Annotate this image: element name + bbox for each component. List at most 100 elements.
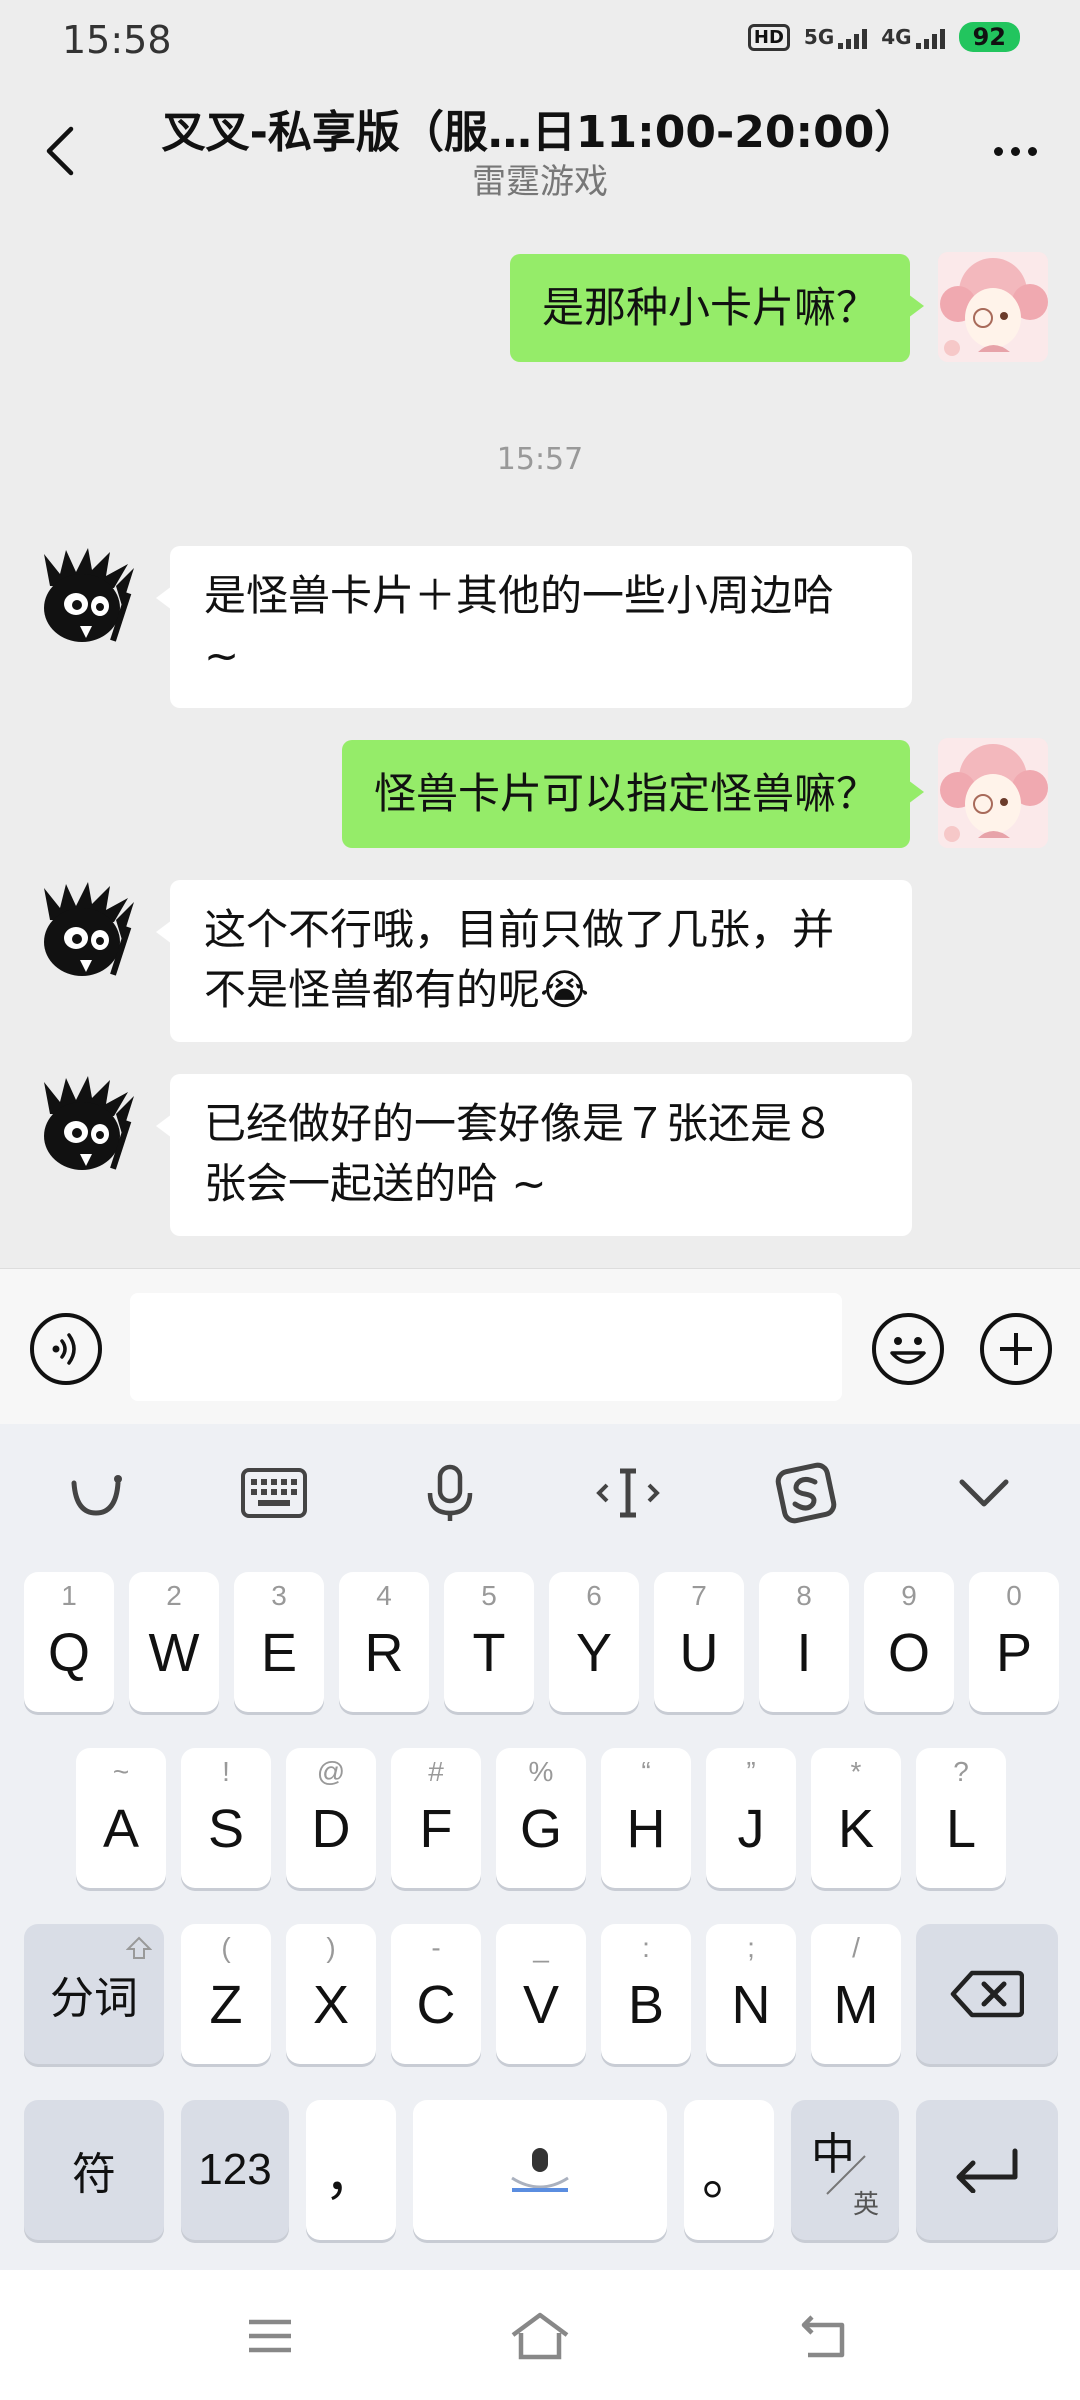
text-cursor-icon <box>596 1468 660 1518</box>
menu-nav-button[interactable] <box>230 2306 310 2366</box>
key-e[interactable]: 3E <box>234 1572 324 1712</box>
segment-key[interactable]: 分词 <box>24 1924 164 2064</box>
time-divider: 15:57 <box>496 442 584 477</box>
incoming-message[interactable]: 已经做好的一套好像是７张还是８ 张会一起送的哈 ~ <box>156 1074 912 1236</box>
anime-girl-avatar-icon <box>938 252 1048 362</box>
space-key[interactable] <box>413 2100 667 2240</box>
microphone-icon <box>427 1464 473 1521</box>
key-u[interactable]: 7U <box>654 1572 744 1712</box>
key-m[interactable]: / M <box>811 1924 901 2064</box>
outgoing-message[interactable]: 是那种小卡片嘛？ <box>509 254 925 362</box>
enter-key[interactable] <box>916 2100 1058 2240</box>
shift-arrow-icon <box>126 1936 152 1959</box>
message-input-bar <box>0 1268 1080 1424</box>
goblin-avatar-icon <box>44 548 134 642</box>
contact-avatar[interactable] <box>30 546 140 656</box>
kb-keyboard-button[interactable] <box>234 1458 314 1528</box>
comma-key[interactable]: ， <box>306 2100 396 2240</box>
key-p[interactable]: 0P <box>969 1572 1059 1712</box>
more-actions-button[interactable] <box>980 1313 1052 1385</box>
dot-icon <box>993 146 1003 156</box>
more-options-button[interactable] <box>980 126 1050 176</box>
key-l[interactable]: ? L <box>916 1748 1006 1888</box>
status-time: 15:58 <box>62 18 172 62</box>
chevron-down-icon <box>959 1479 1009 1507</box>
key-v[interactable]: _ V <box>496 1924 586 2064</box>
status-bar: 15:58 HD 5G 4G 92 <box>0 0 1080 86</box>
key-o[interactable]: 9O <box>864 1572 954 1712</box>
goblin-avatar-icon <box>44 882 134 976</box>
incoming-message[interactable]: 是怪兽卡片＋其他的一些小周边哈 ~ <box>156 546 912 708</box>
home-icon <box>511 2312 569 2360</box>
backspace-key[interactable] <box>916 1924 1058 2064</box>
key-y[interactable]: 6Y <box>549 1572 639 1712</box>
kb-sogou-button[interactable] <box>766 1458 846 1528</box>
space-mic-icon <box>511 2148 569 2192</box>
kb-collapse-button[interactable] <box>944 1458 1024 1528</box>
kb-cursor-button[interactable] <box>588 1458 668 1528</box>
smiley-icon <box>890 1337 926 1364</box>
key-a[interactable]: ~ A <box>76 1748 166 1888</box>
key-d[interactable]: @ D <box>286 1748 376 1888</box>
key-c[interactable]: -C <box>391 1924 481 2064</box>
number-key[interactable]: 123 <box>181 2100 289 2240</box>
key-r[interactable]: 4R <box>339 1572 429 1712</box>
status-icons: HD 5G 4G 92 <box>747 22 1020 52</box>
key-h[interactable]: “H <box>601 1748 691 1888</box>
key-b[interactable]: :B <box>601 1924 691 2064</box>
key-f[interactable]: # F <box>391 1748 481 1888</box>
key-q[interactable]: 1Q <box>24 1572 114 1712</box>
menu-lines-icon <box>249 2319 291 2353</box>
key-t[interactable]: 5T <box>444 1572 534 1712</box>
incoming-message[interactable]: 这个不行哦，目前只做了几张，并 不是怪兽都有的呢😭 <box>156 880 912 1042</box>
key-n[interactable]: ; N <box>706 1924 796 2064</box>
key-k[interactable]: * K <box>811 1748 901 1888</box>
goblin-avatar-icon <box>44 1076 134 1170</box>
back-return-icon <box>801 2315 845 2358</box>
language-switch-key[interactable]: 中 英 <box>791 2100 899 2240</box>
smile-curve-icon <box>71 1475 122 1516</box>
user-avatar[interactable] <box>938 252 1048 362</box>
chat-subtitle: 雷霆游戏 <box>472 162 608 202</box>
keyboard-toolbar <box>0 1424 1080 1560</box>
key-j[interactable]: ” J <box>706 1748 796 1888</box>
system-navigation-bar <box>0 2270 1080 2400</box>
dot-icon <box>1010 146 1020 156</box>
contact-avatar[interactable] <box>30 1074 140 1184</box>
user-avatar[interactable] <box>938 738 1048 848</box>
emoji-button[interactable] <box>872 1313 944 1385</box>
plus-icon <box>1000 1333 1032 1365</box>
back-nav-button[interactable] <box>784 2306 864 2366</box>
enter-arrow-icon <box>956 2148 1018 2193</box>
key-i[interactable]: 8I <box>759 1572 849 1712</box>
hd-icon: HD <box>747 23 790 51</box>
contact-avatar[interactable] <box>30 880 140 990</box>
signal-4g-icon: 4G <box>881 25 945 49</box>
key-x[interactable]: ) X <box>286 1924 376 2064</box>
voice-input-button[interactable] <box>30 1313 102 1385</box>
soft-keyboard: 1Q 2W 3E 4R 5T 6Y 7U 8I 9O 0P ~ A ! S @ D #… <box>0 1424 1080 2270</box>
kb-voice-button[interactable] <box>410 1458 490 1528</box>
backspace-icon <box>950 1970 1024 2018</box>
period-key[interactable]: 。 <box>684 2100 774 2240</box>
chat-header: 叉叉-私享版（服…日11:00-20:00） 雷霆游戏 <box>0 86 1080 216</box>
chat-title: 叉叉-私享版（服…日11:00-20:00） <box>161 107 919 158</box>
home-nav-button[interactable] <box>500 2306 580 2366</box>
message-text-input[interactable] <box>130 1293 842 1401</box>
anime-girl-avatar-icon <box>938 738 1048 848</box>
sogou-logo-icon <box>775 1462 837 1524</box>
key-s[interactable]: ! S <box>181 1748 271 1888</box>
voice-icon <box>52 1333 76 1365</box>
chevron-left-icon <box>46 126 74 176</box>
key-z[interactable]: (Z <box>181 1924 271 2064</box>
outgoing-message[interactable]: 怪兽卡片可以指定怪兽嘛？ <box>341 740 925 848</box>
back-button[interactable] <box>30 116 90 186</box>
battery-indicator: 92 <box>958 22 1020 52</box>
key-w[interactable]: 2W <box>129 1572 219 1712</box>
key-g[interactable]: % G <box>496 1748 586 1888</box>
symbol-key[interactable]: 符 <box>24 2100 164 2240</box>
signal-5g-icon: 5G <box>804 25 868 49</box>
keyboard-icon <box>241 1468 307 1518</box>
dot-icon <box>1027 146 1037 156</box>
kb-emoji-button[interactable] <box>56 1458 136 1528</box>
